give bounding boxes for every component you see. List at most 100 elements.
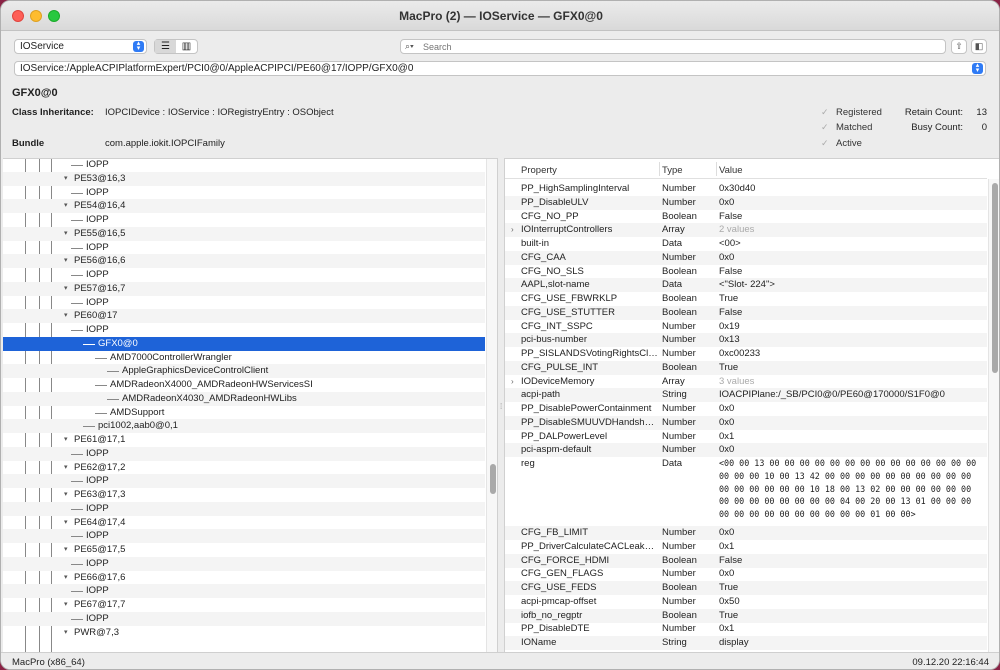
column-view-icon[interactable]: ▥	[176, 40, 197, 53]
tree-row[interactable]: ▾ PE54@16,4	[3, 199, 485, 214]
property-row[interactable]: PP_DriverCalculateCACLeakage Number 0x1	[505, 540, 987, 554]
search-input[interactable]	[423, 41, 923, 52]
inspector-toggle-icon[interactable]: ◧	[971, 39, 987, 54]
search-field[interactable]: ⌕▾	[400, 39, 946, 54]
search-options-icon[interactable]: ⇧	[951, 39, 967, 54]
property-row[interactable]: CFG_INT_SSPC Number 0x19	[505, 320, 987, 334]
tree-row[interactable]: IOPP	[3, 474, 485, 489]
property-row[interactable]: pci-aspm-default Number 0x0	[505, 443, 987, 458]
property-row[interactable]: AAPL,slot-name Data <"Slot- 224">	[505, 278, 987, 293]
property-row[interactable]: CFG_NO_SLS Boolean False	[505, 265, 987, 279]
properties-table[interactable]: Property Type Value PP_HighSamplingInter…	[505, 158, 999, 652]
disclosure-triangle-icon[interactable]: ▾	[64, 309, 68, 323]
disclosure-triangle-icon[interactable]: ▾	[64, 254, 68, 268]
tree-row[interactable]: pci1002,aab0@0,1	[3, 419, 485, 434]
tree-row[interactable]: IOPP	[3, 186, 485, 200]
tree-row[interactable]: ▾ PE65@17,5	[3, 543, 485, 557]
tree-row[interactable]: IOPP	[3, 213, 485, 227]
disclosure-triangle-icon[interactable]: ▾	[64, 488, 68, 502]
disclosure-triangle-icon[interactable]: ▾	[64, 571, 68, 585]
plane-select[interactable]: IOService ▴ ▾	[14, 39, 147, 54]
property-row[interactable]: CFG_GEN_FLAGS Number 0x0	[505, 567, 987, 581]
property-row[interactable]: CFG_USE_FEDS Boolean True	[505, 581, 987, 595]
property-row[interactable]: › IODeviceMemory Array 3 values	[505, 375, 987, 389]
tree-row[interactable]: IOPP	[3, 529, 485, 544]
property-row[interactable]: built-in Data <00>	[505, 237, 987, 251]
disclosure-triangle-icon[interactable]: ›	[511, 223, 514, 237]
property-row[interactable]: PP_DALPowerLevel Number 0x1	[505, 430, 987, 444]
tree-row[interactable]: IOPP	[3, 611, 485, 626]
property-row[interactable]: PP_DisableULV Number 0x0	[505, 195, 987, 210]
title-bar[interactable]: MacPro (2) — IOService — GFX0@0	[1, 1, 999, 31]
tree-row[interactable]: IOPP	[3, 159, 485, 172]
disclosure-triangle-icon[interactable]: ▾	[64, 626, 68, 640]
disclosure-triangle-icon[interactable]: ▾	[64, 227, 68, 241]
column-header-property[interactable]: Property	[521, 165, 557, 176]
property-row[interactable]: CFG_NO_PP Boolean False	[505, 210, 987, 224]
property-row[interactable]: PP_DisableDTE Number 0x1	[505, 622, 987, 636]
tree-row[interactable]: ▾ PE57@16,7	[3, 281, 485, 296]
property-row[interactable]: CFG_PULSE_INT Boolean True	[505, 360, 987, 375]
disclosure-triangle-icon[interactable]: ›	[511, 375, 514, 389]
path-select[interactable]: IOService:/AppleACPIPlatformExpert/PCI0@…	[14, 61, 986, 76]
tree-row[interactable]: ▾ PE53@16,3	[3, 171, 485, 186]
property-row[interactable]: iofb_no_regptr Boolean True	[505, 608, 987, 623]
disclosure-triangle-icon[interactable]: ▾	[64, 199, 68, 213]
tree-scrollbar[interactable]	[486, 159, 497, 652]
property-row[interactable]: PP_SISLANDSVotingRightsClients Number 0xc0…	[505, 347, 987, 361]
disclosure-triangle-icon[interactable]: ▾	[64, 516, 68, 530]
properties-scroll-thumb[interactable]	[992, 183, 998, 373]
split-view-divider[interactable]: ⁞	[497, 158, 505, 652]
tree-row[interactable]: ▾ PE60@17	[3, 309, 485, 324]
property-row[interactable]: PP_HighSamplingInterval Number 0x30d40	[505, 182, 987, 196]
tree-row[interactable]: AMDRadeonX4000_AMDRadeonHWServicesSI	[3, 378, 485, 392]
property-row[interactable]: CFG_FB_LIMIT Number 0x0	[505, 526, 987, 540]
tree-row[interactable]: IOPP	[3, 446, 485, 461]
tree-scroll-thumb[interactable]	[490, 464, 496, 494]
tree-row[interactable]: IOPP	[3, 323, 485, 337]
tree-row[interactable]: ▾ PE67@17,7	[3, 598, 485, 612]
list-view-icon[interactable]: ☰	[155, 40, 176, 53]
property-row[interactable]: IOName String display	[505, 636, 987, 650]
property-row[interactable]: PP_DisablePowerContainment Number 0x0	[505, 402, 987, 416]
property-row[interactable]: CFG_USE_FBWRKLP Boolean True	[505, 292, 987, 306]
property-row[interactable]: CFG_USE_STUTTER Boolean False	[505, 305, 987, 320]
tree-row[interactable]: ▾ PE63@17,3	[3, 488, 485, 502]
property-row[interactable]: reg Data <00 00 13 00 00 00 00 00 00 00 00…	[505, 457, 987, 525]
tree-row[interactable]: AMDSupport	[3, 406, 485, 420]
tree-row[interactable]: AMDRadeonX4030_AMDRadeonHWLibs	[3, 391, 485, 406]
disclosure-triangle-icon[interactable]: ▾	[64, 172, 68, 186]
property-row[interactable]: CFG_CAA Number 0x0	[505, 250, 987, 265]
tree-row[interactable]: ▾ PE55@16,5	[3, 226, 485, 241]
tree-row[interactable]: ▾ PE62@17,2	[3, 461, 485, 475]
property-row[interactable]: PP_DisableSMUUVDHandshake Number 0x0	[505, 415, 987, 430]
tree-row-selected[interactable]: GFX0@0	[3, 336, 485, 351]
tree-row[interactable]: IOPP	[3, 268, 485, 282]
property-row[interactable]: acpi-pmcap-offset Number 0x50	[505, 595, 987, 609]
property-row[interactable]: › IOInterruptControllers Array 2 values	[505, 223, 987, 238]
registry-tree[interactable]: IOPP ▾ PE53@16,3 IOPP ▾ PE54@16,4 IOPP ▾ PE55@16…	[3, 158, 497, 652]
tree-row[interactable]: IOPP	[3, 556, 485, 571]
property-row[interactable]: pci-bus-number Number 0x13	[505, 333, 987, 348]
tree-row[interactable]: IOPP	[3, 241, 485, 255]
tree-row[interactable]: AppleGraphicsDeviceControlClient	[3, 364, 485, 379]
tree-row[interactable]: IOPP	[3, 501, 485, 516]
tree-row[interactable]: ▾ PE64@17,4	[3, 516, 485, 530]
disclosure-triangle-icon[interactable]: ▾	[64, 282, 68, 296]
property-row[interactable]: CFG_FORCE_HDMI Boolean False	[505, 553, 987, 568]
tree-row[interactable]: ▾ PE61@17,1	[3, 433, 485, 447]
properties-scrollbar[interactable]	[988, 179, 999, 652]
disclosure-triangle-icon[interactable]: ▾	[64, 543, 68, 557]
column-header-type[interactable]: Type	[662, 165, 683, 176]
tree-row[interactable]: ▾ PE66@17,6	[3, 571, 485, 585]
tree-row[interactable]: ▾ PWR@7,3	[3, 626, 485, 640]
tree-row[interactable]: ▾ PE56@16,6	[3, 254, 485, 269]
column-header-value[interactable]: Value	[719, 165, 743, 176]
tree-row[interactable]: IOPP	[3, 296, 485, 310]
tree-row[interactable]: AMD7000ControllerWrangler	[3, 351, 485, 365]
view-mode-segmented[interactable]: ☰ ▥	[154, 39, 198, 54]
property-row[interactable]: acpi-path String IOACPIPlane:/_SB/PCI0@0/P…	[505, 388, 987, 403]
disclosure-triangle-icon[interactable]: ▾	[64, 433, 68, 447]
disclosure-triangle-icon[interactable]: ▾	[64, 461, 68, 475]
tree-row[interactable]: IOPP	[3, 584, 485, 599]
